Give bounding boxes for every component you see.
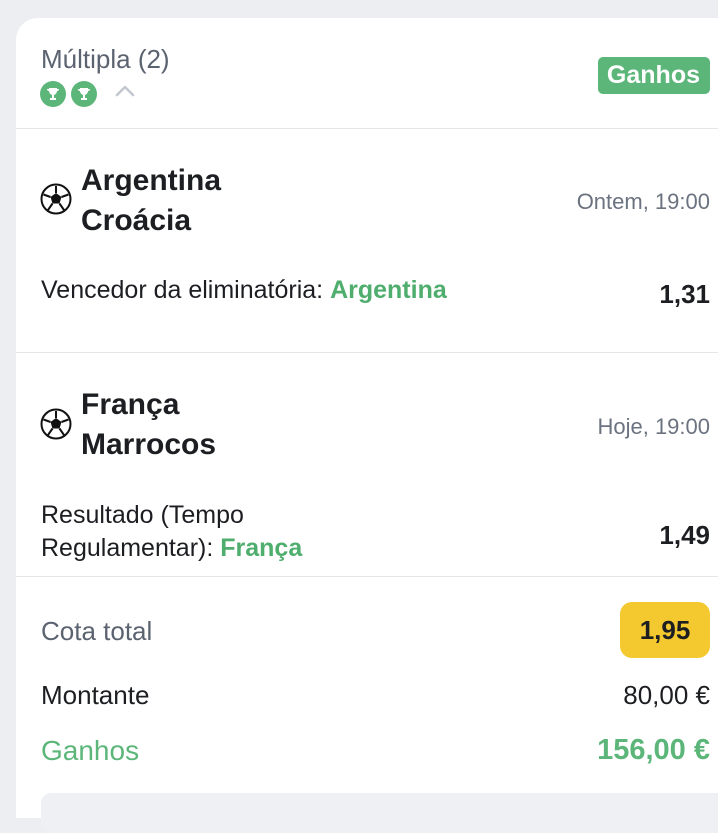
total-odds-value: 1,95 <box>620 602 710 658</box>
trophy-row <box>40 81 97 107</box>
chevron-up-icon[interactable] <box>114 80 136 102</box>
selection: Argentina <box>330 276 447 304</box>
event-row: Argentina Croácia Ontem, 19:00 Vencedor … <box>16 128 718 353</box>
stake-value: 80,00 € <box>623 680 710 710</box>
event-row: França Marrocos Hoje, 19:00 Resultado (T… <box>16 353 718 577</box>
event-time: Ontem, 19:00 <box>576 189 710 214</box>
trophy-icon <box>40 81 66 107</box>
bet-header[interactable]: Múltipla (2) Ganhos <box>16 18 718 129</box>
stake-label: Montante <box>41 680 150 710</box>
trophy-icon <box>71 81 97 107</box>
winnings-label: Ganhos <box>41 735 140 766</box>
team-home: França <box>81 388 180 421</box>
status-badge: Ganhos <box>597 57 710 94</box>
winnings-value: 156,00 € <box>597 734 710 766</box>
total-odds-label: Cota total <box>41 616 153 646</box>
event-teams[interactable]: Argentina Croácia <box>81 161 221 241</box>
market-label: Resultado (Tempo Regulamentar): França <box>41 501 303 562</box>
market-label: Vencedor da eliminatória: Argentina <box>41 276 447 304</box>
event-time: Hoje, 19:00 <box>597 414 710 439</box>
event-odd: 1,31 <box>659 279 710 309</box>
team-home: Argentina <box>81 164 222 197</box>
event-odd: 1,49 <box>659 520 710 550</box>
team-away: Croácia <box>81 204 192 237</box>
event-teams[interactable]: França Marrocos <box>81 385 216 465</box>
action-bar[interactable] <box>41 793 718 833</box>
selection: França <box>220 534 303 562</box>
team-away: Marrocos <box>81 428 217 461</box>
soccer-ball-icon <box>40 183 72 215</box>
bet-title: Múltipla (2) <box>41 44 170 74</box>
bet-card: Múltipla (2) Ganhos Argentina Croácia On… <box>16 18 718 833</box>
soccer-ball-icon <box>40 408 72 440</box>
